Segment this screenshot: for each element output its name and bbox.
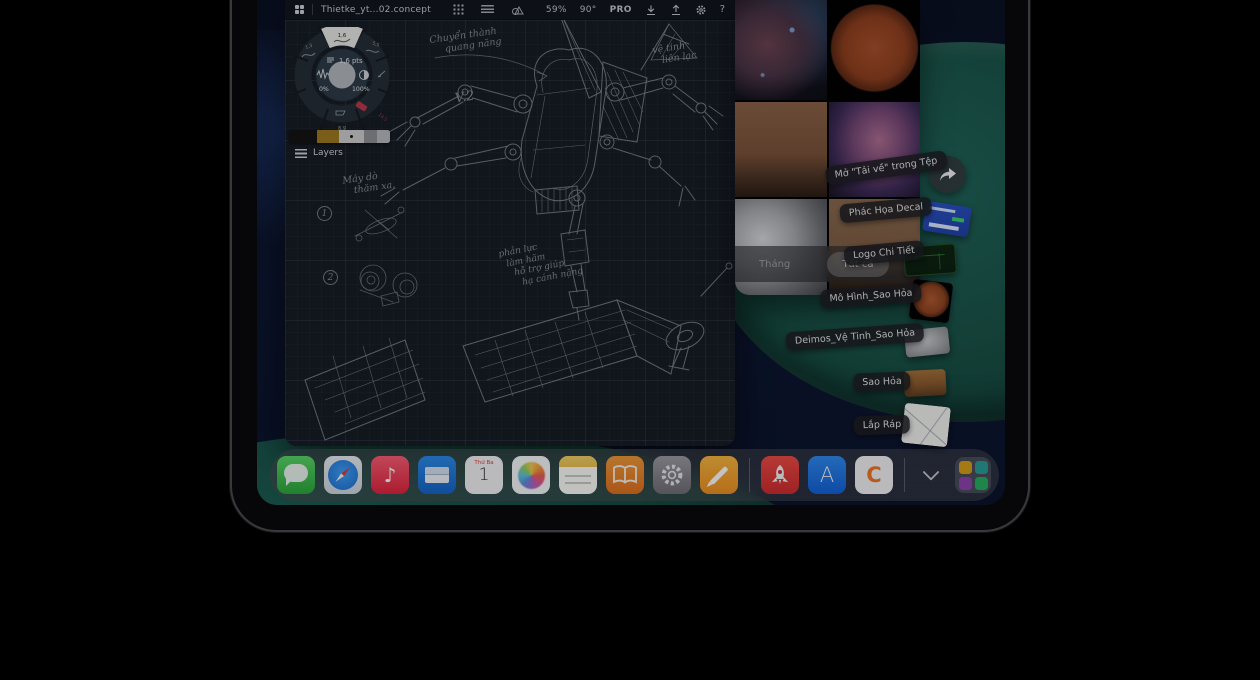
- screenshot-stage: Thietke_yt...02.concept 59% 90° PRO: [0, 0, 1260, 680]
- drag-label-decal[interactable]: Phác Họa Decal: [839, 197, 933, 224]
- drag-drop-layer: Mở "Tải về" trong Tệp Phác Họa Decal Log…: [257, 0, 1005, 505]
- drag-label-mars[interactable]: Sao Hỏa: [853, 372, 911, 393]
- drag-label-assembly[interactable]: Lắp Ráp: [853, 415, 910, 436]
- ipad-screen: Thietke_yt...02.concept 59% 90° PRO: [257, 0, 1005, 505]
- drag-label-mars-model[interactable]: Mô Hình_Sao Hỏa: [820, 283, 922, 309]
- drag-label-deimos[interactable]: Deimos_Vệ Tinh_Sao Hỏa: [785, 323, 924, 352]
